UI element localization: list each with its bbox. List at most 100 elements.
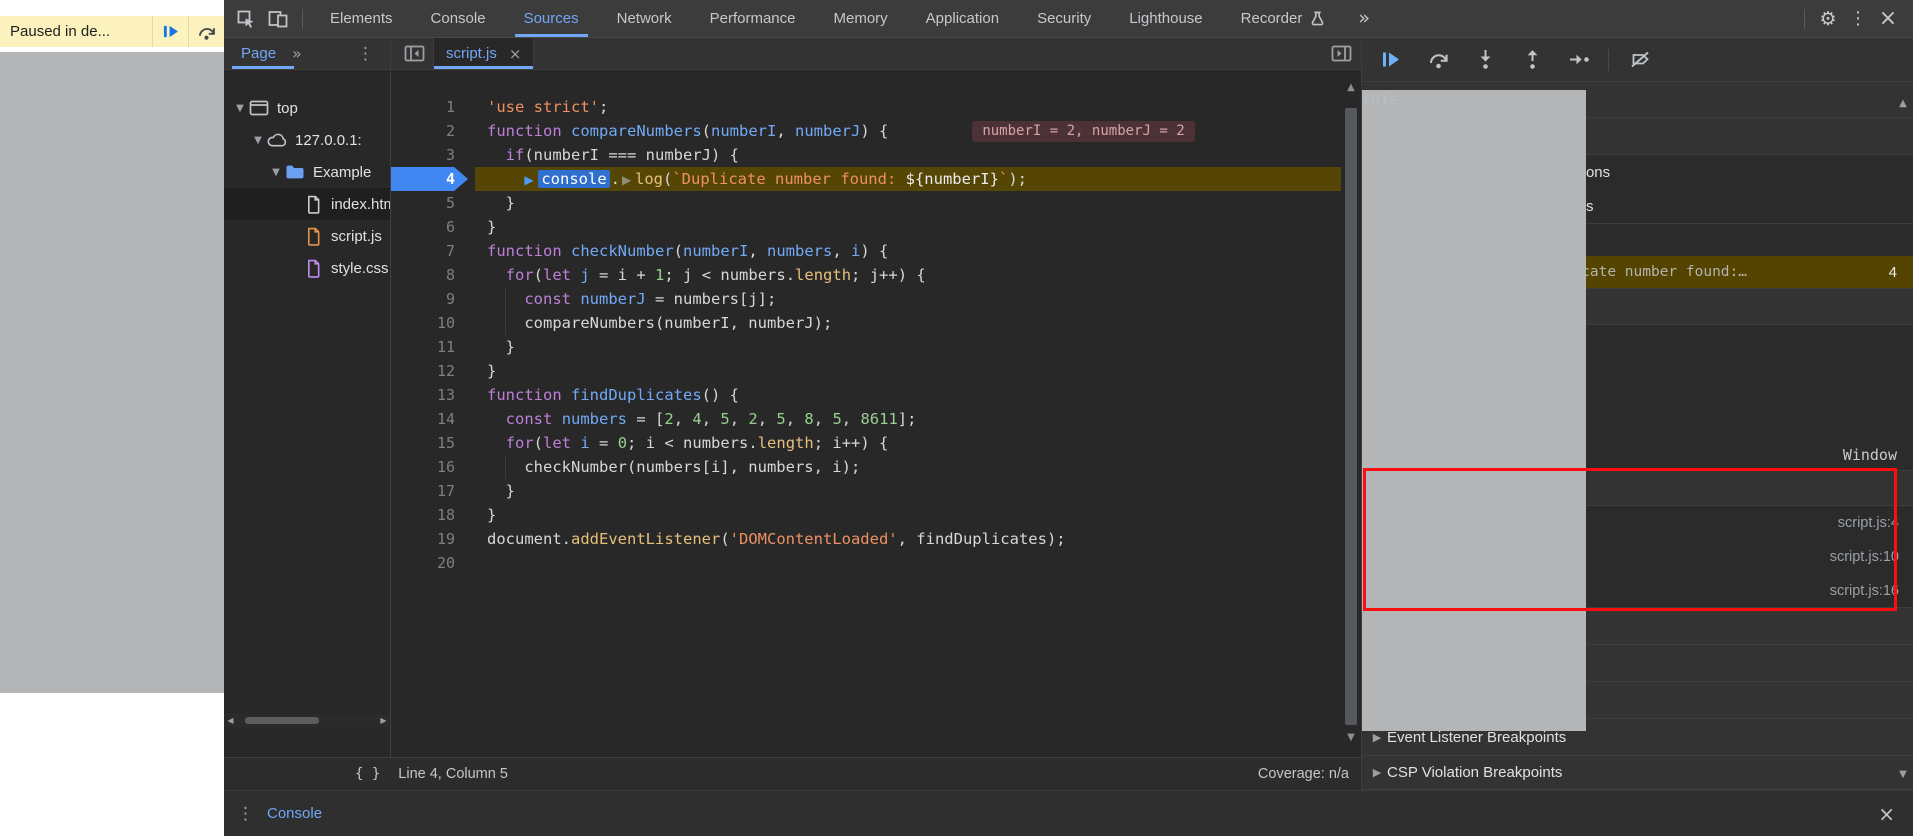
toast-step-over-button[interactable]: [188, 16, 224, 47]
scrollbar-thumb[interactable]: [245, 717, 319, 724]
panel-scroll-up-icon[interactable]: ▲: [1896, 98, 1910, 109]
drawer-menu-icon[interactable]: ⋮: [237, 804, 254, 824]
pretty-print-button[interactable]: { }: [355, 766, 380, 782]
sidebar-item-127-0-0-1[interactable]: ▼127.0.0.1:: [224, 124, 390, 156]
expand-icon[interactable]: ▶: [1367, 731, 1387, 744]
tab-network[interactable]: Network: [598, 0, 691, 37]
scroll-right-icon[interactable]: ▶: [377, 716, 390, 725]
tab-sources[interactable]: Sources: [505, 0, 598, 37]
line-number-12[interactable]: 12: [391, 359, 475, 383]
code-line-12[interactable]: 12}: [391, 359, 1341, 383]
code-line-8[interactable]: 8 for(let j = i + 1; j < numbers.length;…: [391, 263, 1341, 287]
scope-variable-this[interactable]: this:undefined: [1362, 357, 1913, 385]
expand-icon[interactable]: ▶: [1367, 766, 1387, 779]
line-number-13[interactable]: 13: [391, 383, 475, 407]
editor-vertical-scrollbar[interactable]: ▲ ▼: [1341, 70, 1361, 757]
code-line-16[interactable]: 16 checkNumber(numbers[i], numbers, i);: [391, 455, 1341, 479]
tree-expand-icon[interactable]: ▼: [250, 135, 266, 146]
step-button[interactable]: [1564, 45, 1594, 75]
more-navigator-tabs-button[interactable]: »: [292, 44, 302, 63]
code-line-11[interactable]: 11 }: [391, 335, 1341, 359]
line-number-20[interactable]: 20: [391, 551, 475, 575]
code-line-13[interactable]: 13function findDuplicates() {: [391, 383, 1341, 407]
scrollbar-track[interactable]: [237, 714, 377, 727]
hide-debugger-button[interactable]: [1327, 38, 1355, 69]
step-over-button[interactable]: [1423, 45, 1453, 75]
inspect-element-button[interactable]: [230, 0, 262, 37]
tab-console-drawer[interactable]: Console: [267, 805, 322, 822]
line-number-14[interactable]: 14: [391, 407, 475, 431]
line-number-9[interactable]: 9: [391, 287, 475, 311]
code-line-20[interactable]: 20: [391, 551, 1341, 575]
scroll-up-icon[interactable]: ▲: [1341, 82, 1361, 93]
tree-expand-icon[interactable]: ▼: [268, 167, 284, 178]
line-number-6[interactable]: 6: [391, 215, 475, 239]
sidebar-item-style-css[interactable]: style.css: [224, 252, 390, 284]
more-panels-button[interactable]: »: [1344, 0, 1384, 37]
code-line-2[interactable]: 2function compareNumbers(numberI, number…: [391, 119, 1341, 143]
code-line-15[interactable]: 15 for(let i = 0; i < numbers.length; i+…: [391, 431, 1341, 455]
scrollbar-thumb[interactable]: [1345, 108, 1357, 725]
line-number-4[interactable]: 4: [391, 167, 475, 191]
line-number-16[interactable]: 16: [391, 455, 475, 479]
step-into-button[interactable]: [1470, 45, 1500, 75]
continue-to-here-icon[interactable]: ▶: [622, 168, 635, 192]
line-number-5[interactable]: 5: [391, 191, 475, 215]
close-tab-icon[interactable]: ×: [509, 45, 522, 63]
step-out-button[interactable]: [1517, 45, 1547, 75]
scroll-down-icon[interactable]: ▼: [1341, 732, 1361, 743]
section-csp-violation-breakpoints[interactable]: ▶CSP Violation Breakpoints: [1362, 756, 1913, 790]
code-line-6[interactable]: 6}: [391, 215, 1341, 239]
tab-application[interactable]: Application: [907, 0, 1018, 37]
close-drawer-icon[interactable]: ×: [1878, 802, 1895, 826]
tree-expand-icon[interactable]: ▼: [232, 103, 248, 114]
code-line-7[interactable]: 7function checkNumber(numberI, numbers, …: [391, 239, 1341, 263]
tab-memory[interactable]: Memory: [815, 0, 907, 37]
line-number-15[interactable]: 15: [391, 431, 475, 455]
line-number-2[interactable]: 2: [391, 119, 475, 143]
toast-resume-button[interactable]: [152, 16, 188, 47]
tab-security[interactable]: Security: [1018, 0, 1110, 37]
tab-page[interactable]: Page: [241, 45, 276, 62]
line-number-1[interactable]: 1: [391, 95, 475, 119]
code-line-1[interactable]: 1'use strict';: [391, 95, 1341, 119]
line-number-18[interactable]: 18: [391, 503, 475, 527]
tab-elements[interactable]: Elements: [311, 0, 412, 37]
line-number-3[interactable]: 3: [391, 143, 475, 167]
navigator-horizontal-scrollbar[interactable]: ◀ ▶: [224, 714, 390, 727]
tab-performance[interactable]: Performance: [691, 0, 815, 37]
resume-button[interactable]: [1376, 45, 1406, 75]
code-line-9[interactable]: 9 const numberJ = numbers[j];: [391, 287, 1341, 311]
sidebar-item-top[interactable]: ▼top: [224, 92, 390, 124]
code-line-4[interactable]: 4 ▶console.▶log(`Duplicate number found:…: [391, 167, 1341, 191]
close-icon[interactable]: ×: [1873, 6, 1903, 31]
line-number-17[interactable]: 17: [391, 479, 475, 503]
scroll-left-icon[interactable]: ◀: [224, 716, 237, 725]
line-number-19[interactable]: 19: [391, 527, 475, 551]
line-number-8[interactable]: 8: [391, 263, 475, 287]
code-line-3[interactable]: 3 if(numberI === numberJ) {: [391, 143, 1341, 167]
code-editor[interactable]: 1'use strict';2function compareNumbers(n…: [391, 70, 1361, 757]
tab-lighthouse[interactable]: Lighthouse: [1110, 0, 1221, 37]
navigator-menu-icon[interactable]: ⋮: [357, 44, 374, 64]
code-line-14[interactable]: 14 const numbers = [2, 4, 5, 2, 5, 8, 5,…: [391, 407, 1341, 431]
line-number-11[interactable]: 11: [391, 335, 475, 359]
code-line-19[interactable]: 19document.addEventListener('DOMContentL…: [391, 527, 1341, 551]
device-toolbar-button[interactable]: [262, 0, 294, 37]
deactivate-breakpoints-button[interactable]: [1626, 45, 1656, 75]
code-line-17[interactable]: 17 }: [391, 479, 1341, 503]
panel-scroll-down-icon[interactable]: ▼: [1896, 769, 1910, 780]
sidebar-item-index-html[interactable]: index.html: [224, 188, 390, 220]
hide-navigator-button[interactable]: [399, 38, 429, 69]
tab-console[interactable]: Console: [412, 0, 505, 37]
kebab-menu-icon[interactable]: ⋮: [1843, 8, 1873, 29]
line-number-7[interactable]: 7: [391, 239, 475, 263]
sidebar-item-example[interactable]: ▼Example: [224, 156, 390, 188]
code-line-10[interactable]: 10 compareNumbers(numberI, numberJ);: [391, 311, 1341, 335]
code-line-18[interactable]: 18}: [391, 503, 1341, 527]
gear-icon[interactable]: ⚙: [1813, 8, 1843, 30]
tab-recorder[interactable]: Recorder: [1222, 0, 1345, 37]
tab-script-js[interactable]: script.js ×: [433, 38, 534, 69]
sidebar-item-script-js[interactable]: script.js: [224, 220, 390, 252]
code-line-5[interactable]: 5 }: [391, 191, 1341, 215]
